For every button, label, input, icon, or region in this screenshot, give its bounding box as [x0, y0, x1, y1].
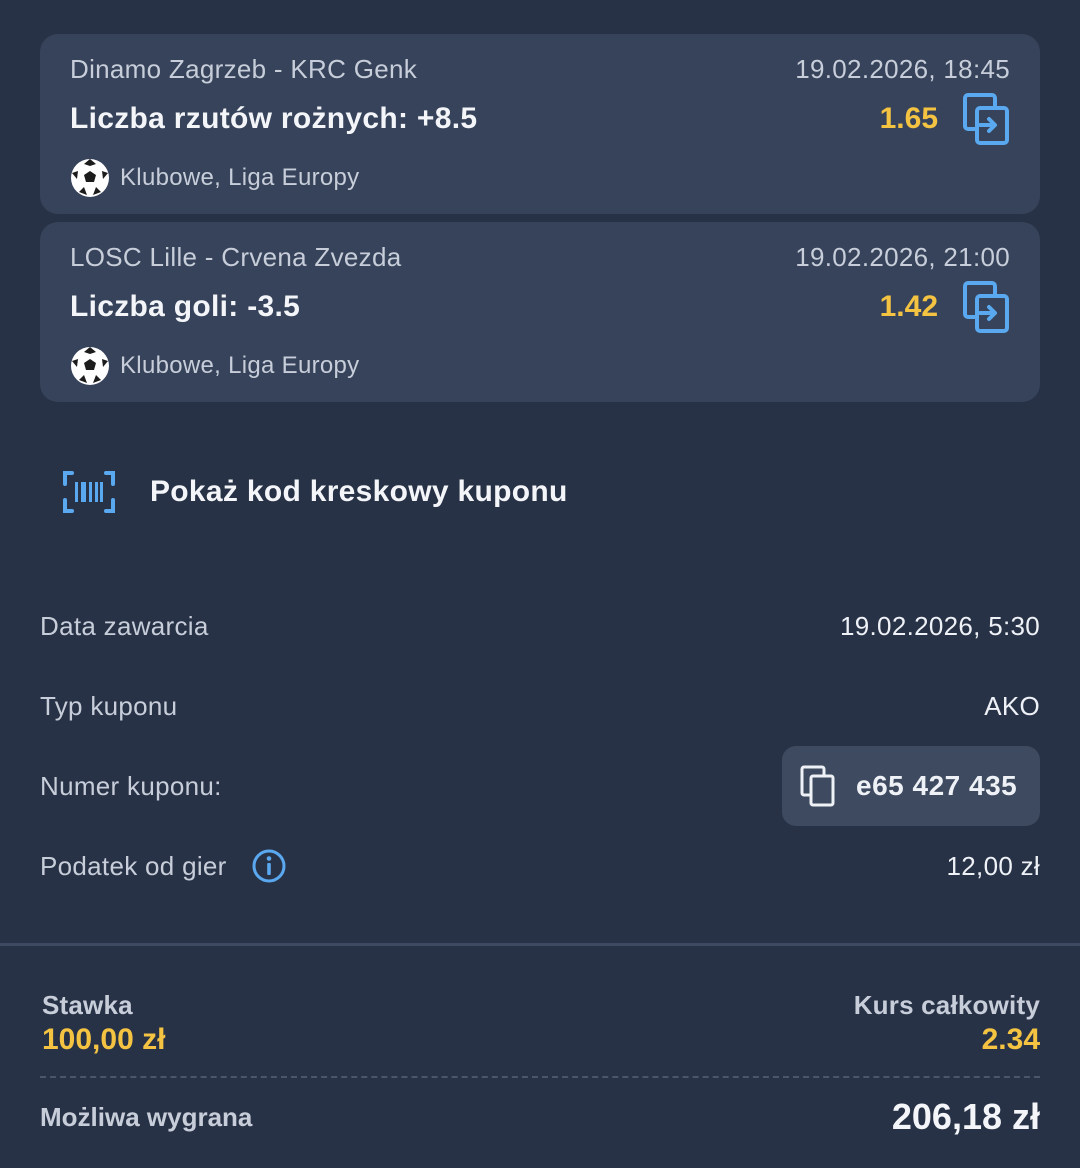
bet-card[interactable]: LOSC Lille - Crvena Zvezda 19.02.2026, 2… [40, 222, 1040, 402]
show-barcode-button[interactable]: Pokaż kod kreskowy kuponu [62, 470, 568, 514]
date-label: Data zawarcia [40, 610, 209, 641]
barcode-scan-icon [63, 471, 115, 513]
detail-row-date: Data zawarcia 19.02.2026, 5:30 [40, 606, 1040, 646]
date-value: 19.02.2026, 5:30 [840, 610, 1040, 641]
coupon-number-label: Numer kuponu: [40, 770, 222, 801]
bet-odds: 1.65 [879, 102, 938, 135]
soccer-ball-icon [71, 347, 109, 385]
total-odds-value: 2.34 [981, 1023, 1040, 1056]
match-teams: LOSC Lille - Crvena Zvezda [70, 242, 402, 272]
bet-market: Liczba rzutów rożnych: +8.5 [70, 102, 478, 135]
copy-bet-icon[interactable] [962, 280, 1010, 334]
bet-market: Liczba goli: -3.5 [70, 290, 301, 323]
bet-card[interactable]: Dinamo Zagrzeb - KRC Genk 19.02.2026, 18… [40, 34, 1040, 214]
match-date: 19.02.2026, 18:45 [795, 54, 1010, 84]
league-info: Klubowe, Liga Europy [70, 158, 359, 198]
coupon-type-label: Typ kuponu [40, 690, 178, 721]
coupon-number-value: e65 427 435 [856, 770, 1018, 801]
tax-label: Podatek od gier [40, 850, 227, 881]
total-odds-block: Kurs całkowity 2.34 [854, 990, 1040, 1057]
possible-win-row: Możliwa wygrana 206,18 zł [40, 1096, 1040, 1138]
tax-label-group: Podatek od gier [40, 848, 287, 884]
possible-win-value: 206,18 zł [891, 1096, 1040, 1137]
league-label: Klubowe, Liga Europy [120, 352, 360, 379]
tax-value: 12,00 zł [946, 850, 1040, 881]
possible-win-label: Możliwa wygrana [40, 1101, 253, 1132]
soccer-ball-icon [71, 159, 109, 197]
bet-odds: 1.42 [879, 290, 938, 323]
stake-value: 100,00 zł [42, 1023, 166, 1056]
detail-row-tax: Podatek od gier 12,00 zł [40, 846, 1040, 886]
copy-bet-icon[interactable] [962, 92, 1010, 146]
detail-row-number: Numer kuponu: e65 427 435 [40, 746, 1040, 826]
league-label: Klubowe, Liga Europy [120, 164, 360, 191]
coupon-type-value: AKO [984, 690, 1040, 721]
show-barcode-label: Pokaż kod kreskowy kuponu [150, 475, 568, 508]
detail-row-type: Typ kuponu AKO [40, 686, 1040, 726]
info-icon[interactable] [251, 848, 287, 884]
section-divider [0, 943, 1080, 946]
copy-icon [800, 765, 835, 807]
copy-coupon-number-button[interactable]: e65 427 435 [782, 746, 1040, 826]
stake-label: Stawka [42, 990, 133, 1020]
total-odds-label: Kurs całkowity [853, 990, 1040, 1020]
stake-block: Stawka 100,00 zł [42, 990, 165, 1057]
league-info: Klubowe, Liga Europy [70, 346, 359, 386]
dashed-divider [40, 1076, 1040, 1078]
match-teams: Dinamo Zagrzeb - KRC Genk [70, 54, 418, 84]
match-date: 19.02.2026, 21:00 [795, 242, 1010, 272]
